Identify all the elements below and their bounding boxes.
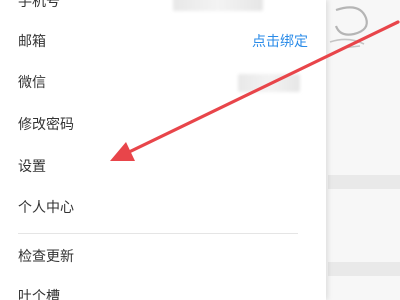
menu-divider <box>18 233 298 234</box>
redacted-value <box>173 0 263 11</box>
menu-item-label: 手机号 <box>18 0 60 10</box>
menu-item-check-update[interactable]: 检查更新 <box>18 242 308 272</box>
menu-item-label: 设置 <box>18 159 46 175</box>
menu-item-email[interactable]: 邮箱 点击绑定 <box>18 27 308 57</box>
menu-item-wechat[interactable]: 微信 <box>18 68 308 98</box>
watermark-decoration <box>329 6 368 49</box>
redacted-value <box>238 74 300 92</box>
menu-item-phone[interactable]: 手机号 <box>18 0 308 17</box>
menu-item-label: 微信 <box>18 75 46 91</box>
menu-item-settings[interactable]: 设置 <box>18 152 308 182</box>
background-stripe <box>328 175 400 189</box>
menu-item-profile[interactable]: 个人中心 <box>18 193 308 223</box>
account-menu-panel: 手机号 邮箱 点击绑定 微信 修改密码 设置 个人中心 检查更新 吐个槽 <box>0 0 326 300</box>
menu-item-label: 邮箱 <box>18 34 46 50</box>
menu-item-feedback[interactable]: 吐个槽 <box>18 282 308 300</box>
menu-item-label: 个人中心 <box>18 200 74 216</box>
menu-item-label: 吐个槽 <box>18 289 60 300</box>
menu-item-label: 修改密码 <box>18 117 74 133</box>
menu-item-change-password[interactable]: 修改密码 <box>18 110 308 140</box>
menu-item-label: 检查更新 <box>18 249 74 265</box>
background-stripe <box>328 262 400 276</box>
screenshot-stage: 手机号 邮箱 点击绑定 微信 修改密码 设置 个人中心 检查更新 吐个槽 <box>0 0 400 300</box>
